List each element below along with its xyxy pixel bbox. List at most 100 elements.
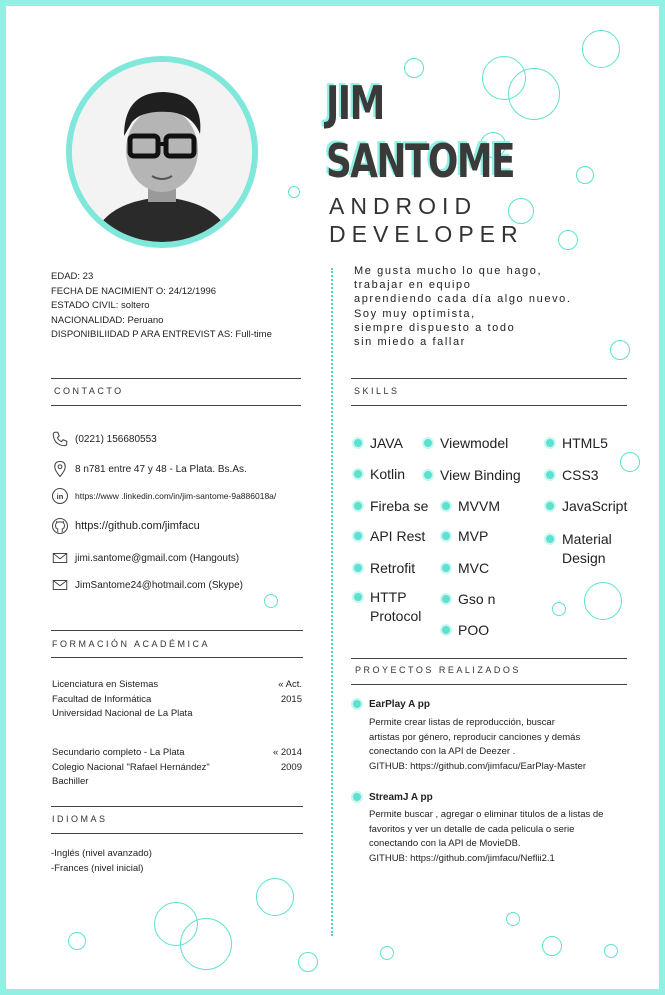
person-name: JIM SANTOME (326, 74, 515, 190)
degree-name: Secundario completo - La Plata (52, 747, 185, 758)
decorative-bubble (180, 918, 232, 970)
personal-birthdate: FECHA DE NACIMIENT O: 24/12/1996 (51, 285, 217, 297)
bullet-dot-icon (544, 469, 556, 481)
divider (51, 657, 303, 658)
profile-photo (66, 56, 258, 248)
personal-age: EDAD: 23 (51, 271, 94, 282)
personal-info: EDAD: 23 FECHA DE NACIMIENT O: 24/12/199… (51, 270, 272, 343)
skill-item: Viewmodel (422, 434, 508, 453)
skill-item: Fireba se (352, 497, 428, 516)
skill-item: API Rest (352, 527, 425, 546)
divider (51, 833, 303, 834)
language-item: -Inglés (nivel avanzado) (51, 848, 152, 859)
decorative-bubble (68, 932, 86, 950)
skill-label: API Rest (370, 528, 426, 544)
email-hangouts[interactable]: jimi.santome@gmail.com (Hangouts) (75, 553, 239, 564)
about-line: Me gusta mucho lo que hago, (354, 265, 543, 277)
project-desc-line: conectando con la API de Deezer . (369, 746, 516, 757)
skill-label: Kotlin (370, 466, 406, 482)
bullet-dot-icon (352, 468, 364, 480)
skill-label: JAVA (370, 435, 403, 451)
about-line: aprendiendo cada día algo nuevo. (354, 293, 572, 306)
project-github-link[interactable]: GITHUB: https://github.com/jimfacu/Nefli… (369, 852, 649, 867)
divider (351, 658, 627, 659)
skill-item: MVVM (440, 497, 500, 516)
languages-section-title: IDIOMAS (52, 814, 108, 824)
skill-label: HTTP Protocol (370, 589, 422, 624)
project-description: Permite buscar , agregar o eliminar titu… (369, 808, 649, 866)
skill-label: HTML5 (562, 435, 608, 451)
skill-label: Viewmodel (440, 435, 509, 451)
linkedin-icon: in (51, 487, 69, 505)
contact-linkedin: in https://www .linkedin.com/in/jim-sant… (51, 487, 276, 505)
bullet-dot-icon (352, 500, 364, 512)
contact-section-title: CONTACTO (54, 386, 124, 396)
decorative-bubble (558, 230, 578, 250)
decorative-bubble (610, 340, 630, 360)
bullet-dot-icon (422, 437, 434, 449)
about-line: sin miedo a fallar (354, 336, 466, 349)
education-dates: « 2014 2009 (246, 746, 302, 775)
decorative-bubble (288, 186, 300, 198)
project-desc-line: artistas por género, reproducir cancione… (369, 731, 581, 743)
contact-address: 8 n781 entre 47 y 48 - La Plata. Bs.As. (51, 460, 247, 478)
about-line: siempre dispuesto a todo (354, 321, 516, 334)
education-dates: « Act. 2015 (246, 678, 302, 707)
skill-label: MVVM (458, 498, 500, 514)
project-title: EarPlay A pp (351, 698, 430, 710)
skill-label: Retrofit (370, 560, 416, 576)
decorative-bubble (298, 952, 318, 972)
name-last: SANTOME (326, 134, 515, 188)
skill-item: JAVA (352, 434, 403, 453)
column-divider (331, 268, 333, 936)
education-item: Licenciatura en Sistemas Facultad de Inf… (52, 678, 192, 722)
skill-label: Fireba se (370, 498, 429, 514)
bullet-dot-icon (352, 437, 364, 449)
about-line: trabajar en equipo (354, 279, 472, 292)
divider (351, 378, 627, 379)
institution-name: Colegio Nacional "Rafael Hernández" (52, 761, 210, 773)
github-link[interactable]: https://github.com/jimfacu (75, 520, 200, 532)
contact-phone: (0221) 156680553 (51, 430, 157, 448)
bullet-dot-icon (544, 500, 556, 512)
institution-faculty: Facultad de Informática (52, 693, 152, 705)
skill-label: Gso n (458, 591, 496, 607)
skill-item: CSS3 (544, 466, 599, 485)
bullet-dot-icon (544, 533, 556, 545)
skill-label: Material Design (562, 531, 612, 566)
date-start: 2015 (280, 693, 302, 705)
education-section-title: FORMACIÓN ACADÉMICA (52, 639, 211, 649)
divider (51, 405, 301, 406)
decorative-bubble (620, 452, 640, 472)
skill-label: POO (458, 622, 490, 638)
skill-label: View Binding (440, 467, 521, 483)
github-icon (51, 517, 69, 535)
project-desc-line: favoritos y ver un detalle de cada pelic… (369, 823, 575, 835)
name-first: JIM (326, 76, 385, 130)
decorative-bubble (380, 946, 394, 960)
projects-section-title: PROYECTOS REALIZADOS (355, 665, 521, 675)
bullet-dot-icon (352, 562, 364, 574)
phone-number: (0221) 156680553 (75, 433, 157, 445)
job-title-line2: DEVELOPER (329, 221, 524, 247)
envelope-icon (51, 576, 69, 594)
job-title-line1: ANDROID (329, 193, 478, 219)
degree-name: Licenciatura en Sistemas (52, 679, 159, 690)
institution-name: Universidad Nacional de La Plata (52, 708, 193, 719)
skill-label: JavaScript (562, 498, 628, 514)
decorative-bubble (506, 912, 520, 926)
language-item: -Frances (nivel inicial) (51, 863, 144, 874)
personal-availability: DISPONIBILIIDAD P ARA ENTREVIST AS: Full… (51, 329, 272, 340)
skill-label: MVP (458, 528, 489, 544)
decorative-bubble (508, 68, 560, 120)
project-desc-line: Permite buscar , agregar o eliminar titu… (369, 809, 604, 820)
resume-page: JIM SANTOME ANDROID DEVELOPER EDAD: 23 F… (0, 0, 665, 995)
portrait-illustration (72, 62, 252, 242)
project-github-link[interactable]: GITHUB: https://github.com/jimfacu/EarPl… (369, 760, 639, 775)
linkedin-link[interactable]: https://www .linkedin.com/in/jim-santome… (75, 491, 276, 501)
email-skype[interactable]: JimSantome24@hotmail.com (Skype) (75, 580, 243, 591)
skill-item: HTML5 (544, 434, 608, 453)
about-me: Me gusta mucho lo que hago, trabajar en … (354, 264, 572, 349)
project-desc-line: conectando con la API de MovieDB. (369, 838, 521, 849)
project-desc-line: Permite crear listas de reproducción, bu… (369, 717, 555, 728)
